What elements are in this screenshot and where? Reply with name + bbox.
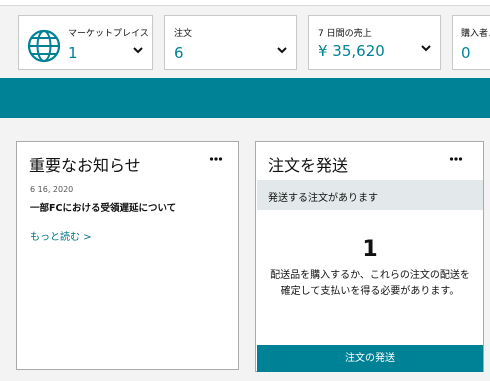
ship-orders-subtitle: 発送する注文があります <box>268 193 378 204</box>
ship-orders-button[interactable]: 注文の発送 <box>257 345 483 372</box>
more-options-icon[interactable] <box>449 154 463 164</box>
top-divider <box>0 0 490 6</box>
news-date: 6 16, 2020 <box>30 185 74 194</box>
ship-orders-title: 注文を発送 <box>268 156 349 175</box>
chevron-down-icon[interactable] <box>276 44 288 56</box>
marketplace-value: 1 <box>68 44 78 62</box>
marketplace-label: マーケットプレイス <box>68 29 149 39</box>
orders-label: 注文 <box>174 29 193 39</box>
pending-order-count: 1 <box>362 237 378 262</box>
chevron-down-icon[interactable] <box>420 42 432 54</box>
announcements-panel: 重要なお知らせ 6 16, 2020 一部FCにおける受領遅延について もっと読… <box>16 141 239 370</box>
announcements-title: 重要なお知らせ <box>29 156 141 175</box>
sales-label: 7 日間の売上 <box>318 29 372 39</box>
more-options-icon[interactable] <box>209 154 223 164</box>
buyer-messages-value: 0 <box>461 44 471 62</box>
orders-card[interactable]: 注文 6 <box>164 15 297 70</box>
sales-value: ¥ 35,620 <box>318 42 385 60</box>
read-more-link[interactable]: もっと読む > <box>30 228 92 243</box>
news-headline[interactable]: 一部FCにおける受領遅延について <box>30 200 176 214</box>
sales-card[interactable]: 7 日間の売上 ¥ 35,620 <box>308 15 441 70</box>
ship-orders-subheader: 発送する注文があります <box>257 180 483 210</box>
chevron-down-icon[interactable] <box>132 44 144 56</box>
orders-value: 6 <box>174 44 184 62</box>
buyer-messages-card[interactable]: 購入者メ 0 <box>452 15 490 70</box>
buyer-messages-label: 購入者メ <box>461 29 490 39</box>
ship-orders-description: 配送品を購入するか、これらの注文の配送を確定して支払いを得る必要があります。 <box>270 270 470 297</box>
ship-orders-panel: 注文を発送 発送する注文があります 1 配送品を購入するか、これらの注文の配送を… <box>255 141 484 372</box>
marketplace-card[interactable]: マーケットプレイス 1 <box>18 15 153 70</box>
globe-icon <box>27 29 61 63</box>
accent-banner <box>0 78 490 118</box>
